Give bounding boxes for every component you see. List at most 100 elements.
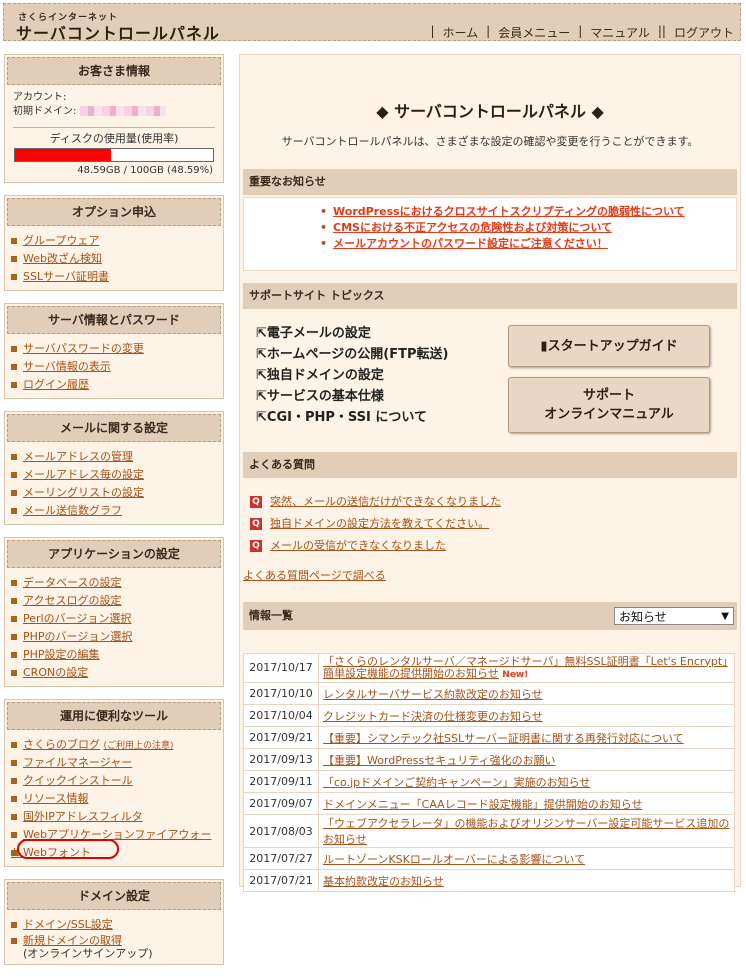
external-link-icon: ⇱ — [256, 410, 267, 425]
notice-item: CMSにおける不正アクセスの危険性および対策について — [320, 220, 736, 236]
link-file-manager[interactable]: ファイルマネージャー — [23, 756, 132, 769]
nav-manual[interactable]: マニュアル — [590, 24, 650, 41]
notice-link-mail-password[interactable]: メールアカウントのパスワード設定にご注意ください！ — [333, 237, 608, 250]
topic-item[interactable]: ⇱CGI・PHP・SSI について — [256, 407, 448, 428]
nav-member-menu[interactable]: 会員メニュー — [498, 24, 570, 41]
info-link[interactable]: 基本約款改定のお知らせ — [323, 875, 444, 888]
link-domain-ssl[interactable]: ドメイン/SSL設定 — [23, 918, 113, 931]
faq-link-mail-receive[interactable]: メールの受信ができなくなりました — [270, 539, 446, 552]
list-item: アクセスログの設定 — [11, 592, 217, 610]
info-date: 2017/10/04 — [243, 704, 319, 727]
info-date: 2017/10/17 — [243, 653, 319, 683]
link-mail-graph[interactable]: メール送信数グラフ — [23, 504, 122, 517]
link-php-version[interactable]: PHPのバージョン選択 — [23, 630, 132, 643]
link-ssl-cert[interactable]: SSLサーバ証明書 — [23, 270, 109, 283]
link-server-password[interactable]: サーバパスワードの変更 — [23, 342, 144, 355]
notice-link-cms-access[interactable]: CMSにおける不正アクセスの危険性および対策について — [333, 221, 612, 234]
server-title: サーバ情報とパスワード — [7, 306, 221, 334]
link-php-settings[interactable]: PHP設定の編集 — [23, 648, 100, 661]
info-link[interactable]: ドメインメニュー「CAAレコード設定機能」提供開始のお知らせ — [323, 798, 643, 811]
link-quick-install[interactable]: クイックインストール — [23, 774, 133, 787]
faq-link-domain-setup[interactable]: 独自ドメインの設定方法を教えてください。 — [270, 517, 489, 530]
link-blog-note[interactable]: (ご利用上の注意) — [104, 741, 174, 751]
page-subtitle: サーバコントロールパネルは、さまざまな設定の確認や変更を行うことができます。 — [281, 135, 699, 148]
list-item: サーバパスワードの変更 — [11, 340, 217, 358]
info-link[interactable]: クレジットカード決済の仕様変更のお知らせ — [323, 710, 543, 723]
info-link[interactable]: 「co.jpドメインご契約キャンペーン」実施のお知らせ — [323, 776, 590, 789]
brand-title: サーバコントロールパネル — [16, 24, 220, 43]
topic-item[interactable]: ⇱サービスの基本仕様 — [256, 386, 448, 407]
link-ip-filter[interactable]: 国外IPアドレスフィルタ — [23, 810, 143, 823]
info-link[interactable]: レンタルサーバサービス約款改定のお知らせ — [323, 688, 543, 701]
nav-logout[interactable]: ログアウト — [674, 24, 734, 41]
link-access-log[interactable]: アクセスログの設定 — [23, 594, 121, 607]
external-link-icon: ⇱ — [256, 326, 267, 341]
info-link[interactable]: 【重要】シマンテック社SSLサーバー証明書に関する再発行対応について — [323, 732, 684, 745]
info-link[interactable]: ルートゾーンKSKロールオーバーによる影響について — [323, 853, 585, 866]
topic-item[interactable]: ⇱電子メールの設定 — [256, 323, 448, 344]
support-section-title: サポートサイト トピックス — [243, 283, 737, 309]
link-groupware[interactable]: グループウェア — [23, 234, 99, 247]
list-item: メール送信数グラフ — [11, 502, 217, 520]
header-bar: さくらインターネット サーバコントロールパネル | ホーム | 会員メニュー | マニ… — [3, 3, 741, 43]
faq-section-title: よくある質問 — [243, 452, 737, 478]
customer-info-box: お客さま情報 アカウント: 初期ドメイン: ディスクの使用量(使用率) 48.5… — [4, 54, 224, 183]
info-link[interactable]: 「ウェブアクセラレータ」の機能およびオリジンサーバー設定可能サービス追加のお知ら… — [323, 817, 729, 846]
info-date: 2017/09/11 — [243, 770, 319, 793]
link-sakura-blog[interactable]: さくらのブログ — [23, 738, 100, 751]
list-item: Perlのバージョン選択 — [11, 610, 217, 628]
list-note: (オンラインサインアップ) — [11, 948, 217, 960]
topic-item[interactable]: ⇱独自ドメインの設定 — [256, 365, 448, 386]
list-item: ログイン履歴 — [11, 376, 217, 394]
link-cron[interactable]: CRONの設定 — [23, 666, 88, 679]
notice-item: メールアカウントのパスワード設定にご注意ください！ — [320, 236, 736, 252]
link-database[interactable]: データベースの設定 — [23, 576, 121, 589]
online-manual-button[interactable]: サポート オンラインマニュアル — [508, 377, 710, 433]
info-link[interactable]: 【重要】WordPressセキュリティ強化のお願い — [323, 754, 556, 767]
new-badge: New! — [502, 669, 529, 680]
table-row: 2017/08/03 「ウェブアクセラレータ」の機能およびオリジンサーバー設定可能… — [243, 814, 735, 848]
link-resource-info[interactable]: リソース情報 — [23, 792, 88, 805]
external-link-icon: ⇱ — [256, 347, 267, 362]
list-item: グループウェア — [11, 232, 217, 250]
notice-link-wordpress-xss[interactable]: WordPressにおけるクロスサイトスクリプティングの脆弱性について — [333, 205, 685, 218]
info-date: 2017/08/03 — [243, 814, 319, 848]
link-mail-address-settings[interactable]: メールアドレス毎の設定 — [23, 468, 144, 481]
nav-home[interactable]: ホーム — [443, 24, 479, 41]
list-item: サーバ情報の表示 — [11, 358, 217, 376]
info-date: 2017/09/13 — [243, 748, 319, 771]
table-row: 2017/09/11 「co.jpドメインご契約キャンペーン」実施のお知らせ — [243, 770, 735, 793]
question-icon: Q — [250, 518, 262, 530]
link-mailing-list[interactable]: メーリングリストの設定 — [23, 486, 144, 499]
link-perl-version[interactable]: Perlのバージョン選択 — [23, 612, 131, 625]
link-mail-address[interactable]: メールアドレスの管理 — [23, 450, 133, 463]
topic-item[interactable]: ⇱ホームページの公開(FTP転送) — [256, 344, 448, 365]
list-item: CRONの設定 — [11, 664, 217, 682]
options-box: オプション申込 グループウェア Web改ざん検知 SSLサーバ証明書 — [4, 195, 224, 291]
redacted-domain — [79, 106, 166, 116]
list-item: PHPのバージョン選択 — [11, 628, 217, 646]
list-item: 国外IPアドレスフィルタ — [11, 808, 217, 826]
info-date: 2017/10/10 — [243, 682, 319, 705]
domain-title: ドメイン設定 — [7, 882, 221, 910]
app-title: アプリケーションの設定 — [7, 540, 221, 568]
faq-link-mail-send[interactable]: 突然、メールの送信だけができなくなりました — [270, 495, 501, 508]
tools-title: 運用に便利なツール — [7, 702, 221, 730]
link-server-info[interactable]: サーバ情報の表示 — [23, 360, 111, 373]
table-row: 2017/10/17 「さくらのレンタルサーバ／マネージドサーバ」無料SSL証明書… — [243, 653, 735, 683]
list-item: メーリングリストの設定 — [11, 484, 217, 502]
list-item: さくらのブログ (ご利用上の注意) — [11, 736, 217, 754]
link-new-domain[interactable]: 新規ドメインの取得 — [23, 934, 122, 947]
notice-section-title: 重要なお知らせ — [243, 169, 737, 195]
list-item: リソース情報 — [11, 790, 217, 808]
list-item: SSLサーバ証明書 — [11, 268, 217, 286]
faq-item: Q メールの受信ができなくなりました — [250, 535, 501, 557]
link-web-tamper-detect[interactable]: Web改ざん検知 — [23, 252, 102, 265]
link-login-history[interactable]: ログイン履歴 — [23, 378, 89, 391]
info-filter-select[interactable]: お知らせ ▼ — [614, 607, 734, 625]
external-link-icon: ⇱ — [256, 368, 267, 383]
faq-page-link[interactable]: よくある質問ページで調べる — [243, 567, 386, 583]
list-item: ドメイン/SSL設定 — [11, 916, 217, 934]
startup-guide-button[interactable]: ▮スタートアップガイド — [508, 325, 710, 367]
disk-usage-label: ディスクの使用量(使用率) — [13, 127, 215, 146]
